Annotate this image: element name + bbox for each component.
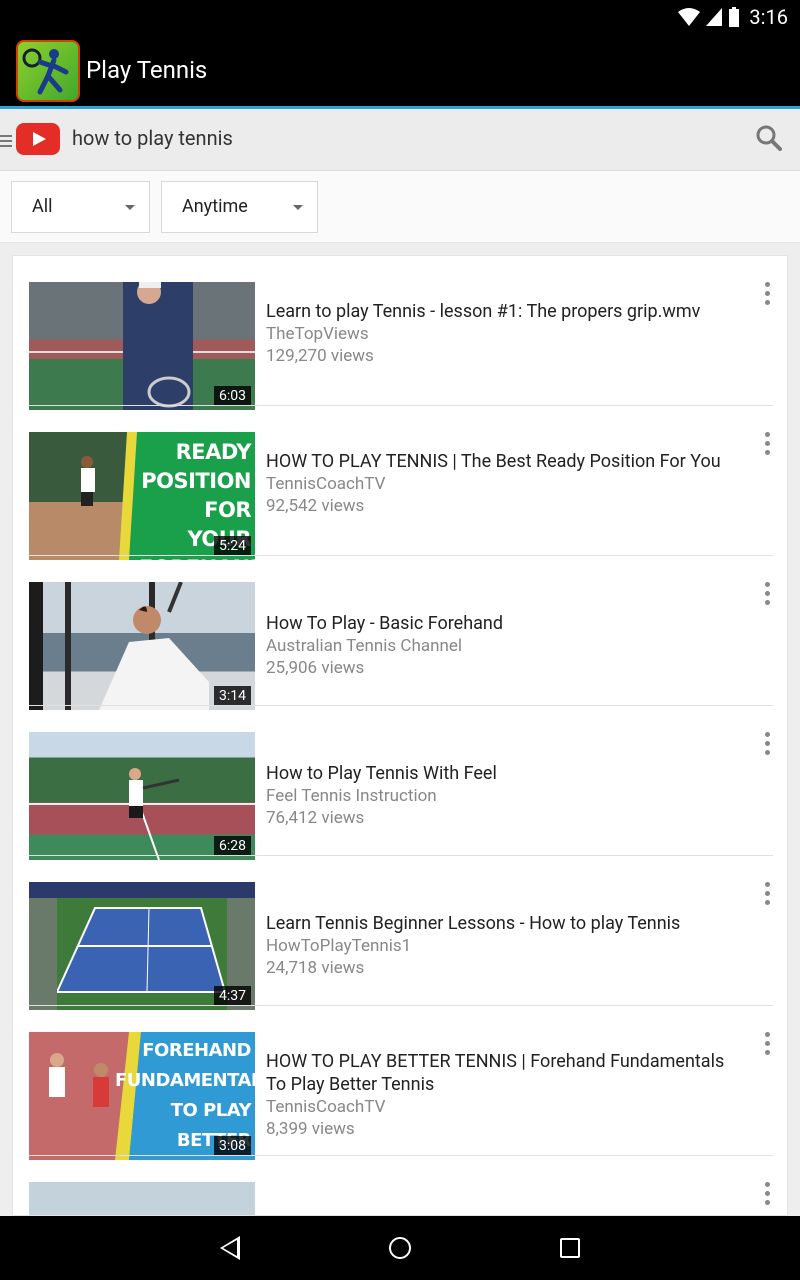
video-title[interactable]: HOW TO PLAY TENNIS | The Best Ready Posi… (266, 450, 726, 473)
video-duration: 3:14 (214, 686, 251, 706)
video-title[interactable]: How To Play - Basic Forehand (266, 612, 726, 635)
video-views: 8,399 views (266, 1119, 355, 1139)
status-icons (678, 7, 740, 27)
video-thumbnail[interactable]: READY POSITION FOR YOUR FOREHAND 5:24 (29, 432, 255, 560)
status-bar: 3:16 (0, 0, 800, 34)
more-options-icon[interactable] (765, 582, 771, 609)
list-item[interactable]: 6:28 How to Play Tennis With Feel Feel T… (13, 706, 787, 860)
video-channel[interactable]: TennisCoachTV (266, 1096, 726, 1118)
time-filter-label: Anytime (182, 196, 248, 217)
video-info: Learn Tennis Beginner Lessons - How to p… (266, 912, 726, 979)
video-thumbnail[interactable]: 6:28 (29, 732, 255, 860)
home-icon[interactable] (389, 1237, 411, 1259)
type-filter-label: All (32, 196, 53, 217)
video-channel[interactable]: Australian Tennis Channel (266, 635, 726, 657)
video-title[interactable]: HOW TO PLAY BETTER TENNIS | Forehand Fun… (266, 1050, 726, 1096)
list-item[interactable]: FOREHAND FUNDAMENTALS TO PLAY BETTER TEN… (13, 1006, 787, 1160)
video-title[interactable]: How to Play Tennis With Feel (266, 762, 726, 785)
video-thumbnail[interactable]: FOREHAND FUNDAMENTALS TO PLAY BETTER TEN… (29, 1032, 255, 1160)
more-options-icon[interactable] (765, 282, 771, 309)
video-duration: 6:28 (214, 836, 251, 856)
list-item[interactable]: 4:37 Learn Tennis Beginner Lessons - How… (13, 856, 787, 1010)
chevron-down-icon (293, 205, 303, 210)
system-nav-bar (0, 1216, 800, 1280)
video-duration: 3:08 (214, 1136, 251, 1156)
video-thumbnail[interactable]: 4:37 (29, 882, 255, 1010)
video-info: Learn to play Tennis - lesson #1: The pr… (266, 300, 726, 367)
list-item[interactable]: READY POSITION FOR YOUR FOREHAND 5:24 HO… (13, 406, 787, 560)
more-options-icon[interactable] (765, 882, 771, 909)
youtube-logo-icon[interactable] (16, 123, 60, 155)
video-info: HOW TO PLAY TENNIS | The Best Ready Posi… (266, 450, 726, 517)
video-channel[interactable]: Feel Tennis Instruction (266, 785, 726, 807)
video-duration: 6:03 (214, 386, 251, 406)
time-filter-dropdown[interactable]: Anytime (161, 181, 318, 233)
video-views: 76,412 views (266, 808, 365, 828)
more-options-icon[interactable] (765, 1032, 771, 1059)
video-info: HOW TO PLAY BETTER TENNIS | Forehand Fun… (266, 1050, 726, 1140)
video-info: How To Play - Basic Forehand Australian … (266, 612, 726, 679)
video-views: 92,542 views (266, 496, 365, 516)
more-options-icon[interactable] (765, 432, 771, 459)
app-bar: Play Tennis (0, 34, 800, 106)
search-icon[interactable] (756, 125, 782, 151)
more-options-icon[interactable] (765, 1182, 771, 1209)
video-list: 6:03 Learn to play Tennis - lesson #1: T… (12, 255, 788, 1216)
video-title[interactable]: Learn Tennis Beginner Lessons - How to p… (266, 912, 726, 935)
video-thumbnail[interactable]: 6:03 (29, 282, 255, 410)
recent-apps-icon[interactable] (560, 1238, 580, 1258)
menu-icon[interactable] (0, 135, 12, 150)
video-channel[interactable]: HowToPlayTennis1 (266, 935, 726, 957)
video-channel[interactable]: TennisCoachTV (266, 473, 726, 495)
app-title: Play Tennis (86, 56, 208, 84)
list-item[interactable] (13, 1156, 787, 1215)
status-time: 3:16 (749, 5, 788, 29)
type-filter-dropdown[interactable]: All (11, 181, 150, 233)
battery-icon (729, 7, 739, 27)
video-views: 129,270 views (266, 346, 374, 366)
app-logo-icon (16, 40, 80, 102)
video-thumbnail[interactable] (29, 1182, 255, 1215)
video-views: 24,718 views (266, 958, 365, 978)
filter-row: All Anytime (0, 171, 800, 243)
search-bar: how to play tennis (0, 109, 800, 171)
video-title[interactable]: Learn to play Tennis - lesson #1: The pr… (266, 300, 726, 323)
back-icon[interactable] (220, 1236, 240, 1260)
list-item[interactable]: 3:14 How To Play - Basic Forehand Austra… (13, 556, 787, 710)
video-channel[interactable]: TheTopViews (266, 323, 726, 345)
wifi-icon (678, 8, 700, 26)
video-views: 25,906 views (266, 658, 365, 678)
list-item[interactable]: 6:03 Learn to play Tennis - lesson #1: T… (13, 256, 787, 410)
video-info: How to Play Tennis With Feel Feel Tennis… (266, 762, 726, 829)
video-thumbnail[interactable]: 3:14 (29, 582, 255, 710)
more-options-icon[interactable] (765, 732, 771, 759)
chevron-down-icon (125, 205, 135, 210)
signal-icon (706, 8, 722, 26)
video-duration: 5:24 (214, 536, 251, 556)
video-duration: 4:37 (214, 986, 251, 1006)
search-input[interactable]: how to play tennis (72, 126, 233, 150)
